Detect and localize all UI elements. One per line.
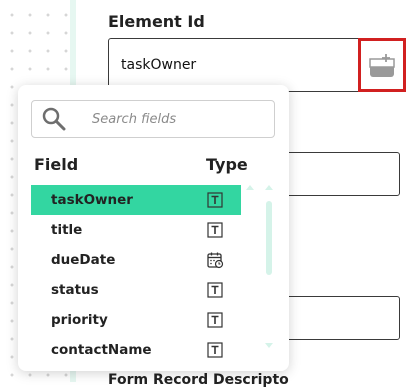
field-picker-button[interactable] [358,38,406,92]
list-item[interactable]: priority [31,305,241,335]
field-list: taskOwner title dueDate status priority … [31,185,241,371]
search-box[interactable] [31,100,275,138]
scroll-up-icon[interactable] [265,185,273,190]
text-icon [207,282,223,298]
field-name: contactName [51,342,152,358]
list-item[interactable]: taskOwner [31,185,241,215]
add-field-icon [369,54,395,77]
text-icon [207,342,223,358]
field-name: priority [51,312,108,328]
field-name: taskOwner [51,192,133,208]
field-name: dueDate [51,252,116,268]
field-list-scrollbar[interactable] [265,185,273,351]
list-item[interactable]: title [31,215,241,245]
calendar-icon [207,252,224,269]
field-name: status [51,282,99,298]
search-icon [42,107,66,131]
scroll-thumb[interactable] [266,201,272,275]
search-input[interactable] [90,110,254,128]
element-id-value[interactable]: taskOwner [121,57,196,73]
field-column-header: Field [34,155,79,174]
background-input-1[interactable] [280,152,400,196]
scroll-down-icon[interactable] [265,343,273,348]
form-record-descriptor-label: Form Record Descripto [108,372,289,388]
list-item[interactable]: status [31,275,241,305]
list-item[interactable]: dueDate [31,245,241,275]
type-column-header: Type [206,155,248,174]
element-id-label: Element Id [108,12,205,31]
field-picker-popup: Field Type taskOwner title dueDate [18,85,289,371]
text-icon [207,192,223,208]
text-icon [207,222,223,238]
list-item[interactable]: contactName [31,335,241,365]
field-name: title [51,222,83,238]
scroll-up-small-icon[interactable] [246,185,254,190]
text-icon [207,312,223,328]
background-input-2[interactable] [280,296,400,340]
